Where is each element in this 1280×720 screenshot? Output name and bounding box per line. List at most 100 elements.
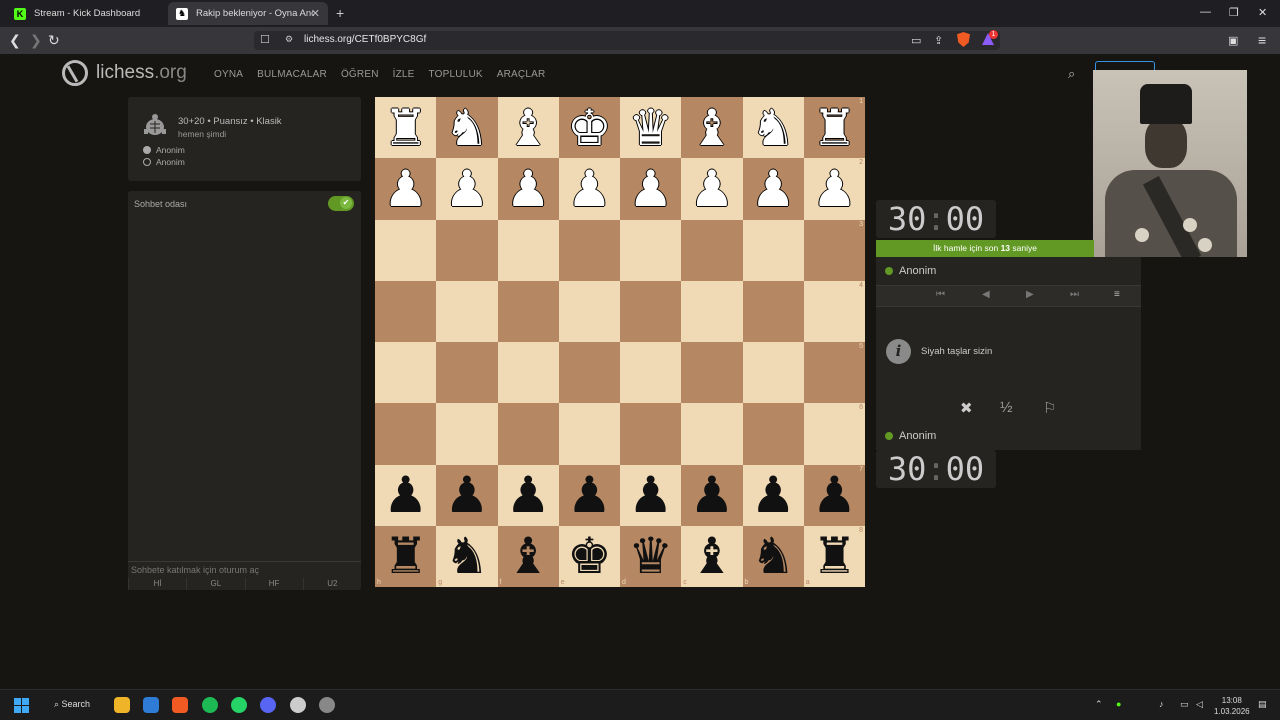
- board-square[interactable]: ♟: [558, 158, 620, 220]
- preset-hi[interactable]: Hİ: [128, 578, 186, 590]
- board-square[interactable]: [742, 342, 804, 404]
- white-piece[interactable]: ♜: [383, 103, 428, 153]
- board-square[interactable]: ♟: [681, 464, 743, 526]
- board-square[interactable]: ♜ 8 a: [803, 525, 865, 587]
- board-square[interactable]: ♟: [497, 464, 559, 526]
- board-square[interactable]: ♛ d: [620, 525, 682, 587]
- board-square[interactable]: ♜: [375, 97, 437, 159]
- board-square[interactable]: ♟: [681, 158, 743, 220]
- nav-play[interactable]: OYNA: [214, 69, 243, 80]
- board-square[interactable]: ♝: [681, 97, 743, 159]
- black-piece[interactable]: ♝: [506, 531, 551, 581]
- app-icon[interactable]: [319, 697, 335, 713]
- chat-toggle[interactable]: [328, 196, 354, 211]
- board-square[interactable]: ♞: [742, 97, 804, 159]
- url-text[interactable]: lichess.org/CETf0BPYC8Gf: [304, 34, 426, 45]
- clock-tray[interactable]: 13:08 1.03.2026: [1214, 695, 1250, 717]
- chatgpt-icon[interactable]: [290, 697, 306, 713]
- lichess-logo[interactable]: lichess.org: [62, 60, 187, 86]
- board-square[interactable]: ♞ g: [436, 525, 498, 587]
- board-square[interactable]: [620, 403, 682, 465]
- menu-icon[interactable]: ≡: [1258, 32, 1266, 48]
- black-piece[interactable]: ♝: [689, 531, 734, 581]
- black-pawn[interactable]: ♟: [628, 470, 673, 520]
- reload-button[interactable]: ↻: [48, 32, 60, 49]
- white-piece[interactable]: ♝: [689, 103, 734, 153]
- last-move-icon[interactable]: ⏭: [1070, 289, 1079, 300]
- black-pawn[interactable]: ♟: [506, 470, 551, 520]
- close-tab-icon[interactable]: ✕: [311, 7, 320, 20]
- board-square[interactable]: ♝ f: [497, 525, 559, 587]
- white-pawn[interactable]: ♟: [567, 164, 612, 214]
- preset-hf[interactable]: HF: [244, 578, 303, 590]
- board-square[interactable]: ♟: [742, 158, 804, 220]
- board-square[interactable]: [497, 219, 559, 281]
- board-square[interactable]: ♞: [436, 97, 498, 159]
- mic-icon[interactable]: ♪: [1159, 699, 1164, 709]
- board-square[interactable]: ♟ 2: [803, 158, 865, 220]
- volume-icon[interactable]: ◁: [1196, 699, 1203, 710]
- board-square[interactable]: [436, 342, 498, 404]
- white-pawn[interactable]: ♟: [812, 164, 857, 214]
- board-square[interactable]: [497, 403, 559, 465]
- white-piece[interactable]: ♛: [628, 103, 673, 153]
- board-square[interactable]: [375, 342, 437, 404]
- board-square[interactable]: [681, 280, 743, 342]
- board-square[interactable]: ♚ e: [558, 525, 620, 587]
- minimize-button[interactable]: —: [1200, 6, 1211, 18]
- board-square[interactable]: [375, 403, 437, 465]
- black-pawn[interactable]: ♟: [567, 470, 612, 520]
- site-info-icon[interactable]: ⚙: [285, 34, 293, 45]
- nav-watch[interactable]: İZLE: [393, 69, 415, 80]
- search-icon[interactable]: ⌕: [1068, 66, 1075, 82]
- board-square[interactable]: [375, 219, 437, 281]
- white-pawn[interactable]: ♟: [689, 164, 734, 214]
- white-pawn[interactable]: ♟: [444, 164, 489, 214]
- board-square[interactable]: [558, 219, 620, 281]
- network-icon[interactable]: ▭: [1180, 699, 1189, 710]
- board-square[interactable]: ♝: [497, 97, 559, 159]
- discord-icon[interactable]: [260, 697, 276, 713]
- board-square[interactable]: [742, 280, 804, 342]
- board-square[interactable]: 4: [803, 280, 865, 342]
- nav-community[interactable]: TOPLULUK: [429, 69, 483, 80]
- forward-button[interactable]: ❯: [30, 32, 42, 49]
- white-piece[interactable]: ♜: [812, 103, 857, 153]
- menu-icon[interactable]: ≡: [1114, 289, 1120, 300]
- start-icon[interactable]: [14, 698, 29, 713]
- board-square[interactable]: [620, 280, 682, 342]
- whatsapp-icon[interactable]: [231, 697, 247, 713]
- brave-browser-icon[interactable]: [172, 697, 188, 713]
- preset-u2[interactable]: U2: [302, 578, 361, 590]
- board-square[interactable]: [681, 342, 743, 404]
- share-icon[interactable]: ⇪: [934, 34, 943, 47]
- board-square[interactable]: ♞ b: [742, 525, 804, 587]
- board-square[interactable]: ♜ h: [375, 525, 437, 587]
- board-square[interactable]: ♟ 7: [803, 464, 865, 526]
- board-square[interactable]: ♟: [375, 158, 437, 220]
- black-piece[interactable]: ♞: [444, 531, 489, 581]
- board-square[interactable]: [620, 342, 682, 404]
- black-piece[interactable]: ♛: [628, 531, 673, 581]
- nav-learn[interactable]: ÖĞREN: [341, 69, 379, 80]
- taskbar-search[interactable]: ⌕ Search: [54, 699, 90, 710]
- spotify-icon[interactable]: [202, 697, 218, 713]
- url-bar[interactable]: ☐ ⚙ lichess.org/CETf0BPYC8Gf: [254, 31, 1000, 50]
- board-square[interactable]: [742, 403, 804, 465]
- abort-icon[interactable]: ✖: [960, 399, 973, 417]
- back-button[interactable]: ❮: [9, 32, 21, 49]
- board-square[interactable]: 5: [803, 342, 865, 404]
- board-square[interactable]: ♟: [620, 158, 682, 220]
- board-square[interactable]: [742, 219, 804, 281]
- board-square[interactable]: [497, 342, 559, 404]
- board-square[interactable]: [436, 219, 498, 281]
- board-square[interactable]: ♛: [620, 97, 682, 159]
- preset-gl[interactable]: GL: [186, 578, 244, 590]
- black-pawn[interactable]: ♟: [444, 470, 489, 520]
- board-square[interactable]: ♜ 1: [803, 97, 865, 159]
- white-piece[interactable]: ♝: [506, 103, 551, 153]
- file-explorer-icon[interactable]: [114, 697, 130, 713]
- board-square[interactable]: [436, 403, 498, 465]
- kick-tray-icon[interactable]: ●: [1116, 699, 1121, 709]
- white-pawn[interactable]: ♟: [383, 164, 428, 214]
